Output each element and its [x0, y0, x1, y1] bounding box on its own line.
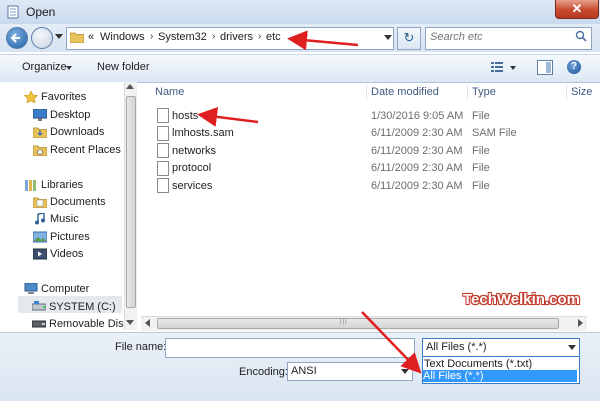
horizontal-scroll-thumb[interactable]: [157, 318, 559, 329]
close-button[interactable]: ✕: [555, 0, 599, 19]
scroll-grip-icon: |||: [340, 319, 348, 325]
scroll-right-icon[interactable]: [578, 319, 583, 327]
column-divider[interactable]: [366, 82, 367, 100]
file-type-option-all-files[interactable]: All Files (*.*): [423, 370, 577, 382]
file-date: 6/11/2009 2:30 AM: [371, 162, 463, 174]
breadcrumb-separator[interactable]: ›: [150, 31, 153, 42]
preview-pane-icon: [546, 62, 551, 73]
file-type: File: [472, 162, 490, 174]
column-divider[interactable]: [566, 82, 567, 100]
address-dropdown[interactable]: [384, 35, 392, 40]
nav-item-videos[interactable]: Videos: [50, 248, 83, 260]
search-icon: [575, 30, 587, 42]
file-type: File: [472, 110, 490, 122]
breadcrumb-system32[interactable]: System32: [158, 31, 207, 43]
back-button[interactable]: [6, 27, 28, 49]
file-name-input[interactable]: [165, 338, 415, 358]
desktop-icon: [33, 109, 47, 121]
nav-item-downloads[interactable]: Downloads: [50, 126, 104, 138]
column-header-type[interactable]: Type: [472, 86, 496, 98]
file-type-value[interactable]: All Files (*.*): [426, 341, 487, 353]
nav-scroll-thumb[interactable]: [126, 96, 136, 308]
preview-pane-button[interactable]: [537, 60, 553, 75]
new-folder-button[interactable]: New folder: [97, 61, 150, 73]
notepad-icon: [7, 5, 19, 19]
nav-item-documents[interactable]: Documents: [50, 196, 106, 208]
drive-icon: [32, 301, 46, 311]
breadcrumb-drivers[interactable]: drivers: [220, 31, 253, 43]
file-name[interactable]: services: [172, 180, 212, 192]
organize-button[interactable]: Organize: [22, 61, 67, 73]
breadcrumb-separator[interactable]: ›: [258, 31, 261, 42]
nav-item-pictures[interactable]: Pictures: [50, 231, 90, 243]
file-icon: [157, 178, 169, 193]
documents-icon: [33, 197, 47, 208]
computer-icon: [24, 283, 38, 294]
breadcrumb-separator[interactable]: ›: [212, 31, 215, 42]
star-icon: [24, 91, 38, 103]
file-row[interactable]: [143, 106, 583, 123]
file-date: 6/11/2009 2:30 AM: [371, 145, 463, 157]
recent-places-icon: [33, 145, 47, 156]
file-name[interactable]: hosts: [172, 110, 198, 122]
nav-libraries[interactable]: Libraries: [41, 179, 83, 191]
file-icon: [157, 126, 169, 141]
removable-disk-icon: [32, 320, 46, 328]
window-title: Open: [26, 5, 56, 19]
nav-computer[interactable]: Computer: [41, 283, 89, 295]
chevron-down-icon: [66, 66, 72, 70]
file-icon: [157, 108, 169, 123]
downloads-icon: [33, 127, 47, 138]
change-view-icon[interactable]: [491, 61, 503, 73]
file-type: SAM File: [472, 127, 517, 139]
file-name[interactable]: protocol: [172, 162, 211, 174]
file-name-label: File name:: [115, 341, 167, 353]
nav-item-desktop[interactable]: Desktop: [50, 109, 90, 121]
nav-item-removable-disk[interactable]: Removable Disk (: [49, 318, 136, 330]
forward-button[interactable]: [31, 27, 53, 49]
scroll-up-icon[interactable]: [126, 84, 134, 89]
back-arrow-icon: [10, 33, 20, 43]
column-divider[interactable]: [467, 82, 468, 100]
pictures-icon: [33, 231, 47, 243]
breadcrumb-overflow[interactable]: «: [88, 31, 94, 43]
nav-favorites[interactable]: Favorites: [41, 91, 86, 103]
column-header-size[interactable]: Size: [571, 86, 592, 98]
libraries-icon: [25, 180, 36, 191]
chevron-down-icon[interactable]: [568, 345, 576, 350]
encoding-label: Encoding:: [239, 366, 288, 378]
column-header-name[interactable]: Name: [155, 86, 184, 98]
nav-item-system-c[interactable]: SYSTEM (C:): [49, 301, 116, 313]
file-icon: [157, 143, 169, 158]
file-date: 1/30/2016 9:05 AM: [371, 110, 464, 122]
file-icon: [157, 161, 169, 176]
breadcrumb-etc[interactable]: etc: [266, 31, 281, 43]
folder-icon: [70, 32, 84, 43]
scroll-left-icon[interactable]: [145, 319, 150, 327]
file-name[interactable]: networks: [172, 145, 216, 157]
help-button[interactable]: ?: [567, 60, 581, 74]
title-bar: [0, 0, 600, 25]
file-type-option-text[interactable]: Text Documents (*.txt): [424, 358, 576, 370]
column-header-date[interactable]: Date modified: [371, 86, 439, 98]
views-dropdown[interactable]: [510, 66, 516, 70]
file-date: 6/11/2009 2:30 AM: [371, 180, 463, 192]
videos-icon: [33, 248, 47, 260]
breadcrumb-windows[interactable]: Windows: [100, 31, 145, 43]
nav-item-music[interactable]: Music: [50, 213, 79, 225]
music-icon: [35, 213, 45, 225]
refresh-button[interactable]: ↻: [397, 27, 421, 50]
encoding-value[interactable]: ANSI: [291, 365, 317, 377]
file-type: File: [472, 180, 490, 192]
scroll-down-icon[interactable]: [126, 320, 134, 325]
file-name[interactable]: lmhosts.sam: [172, 127, 234, 139]
file-date: 6/11/2009 2:30 AM: [371, 127, 463, 139]
recent-pages-dropdown[interactable]: [55, 34, 63, 39]
search-input[interactable]: [430, 31, 570, 43]
nav-item-recent-places[interactable]: Recent Places: [50, 144, 121, 156]
file-type: File: [472, 145, 490, 157]
chevron-down-icon[interactable]: [401, 369, 409, 374]
watermark: TechWelkin.com: [463, 291, 580, 308]
